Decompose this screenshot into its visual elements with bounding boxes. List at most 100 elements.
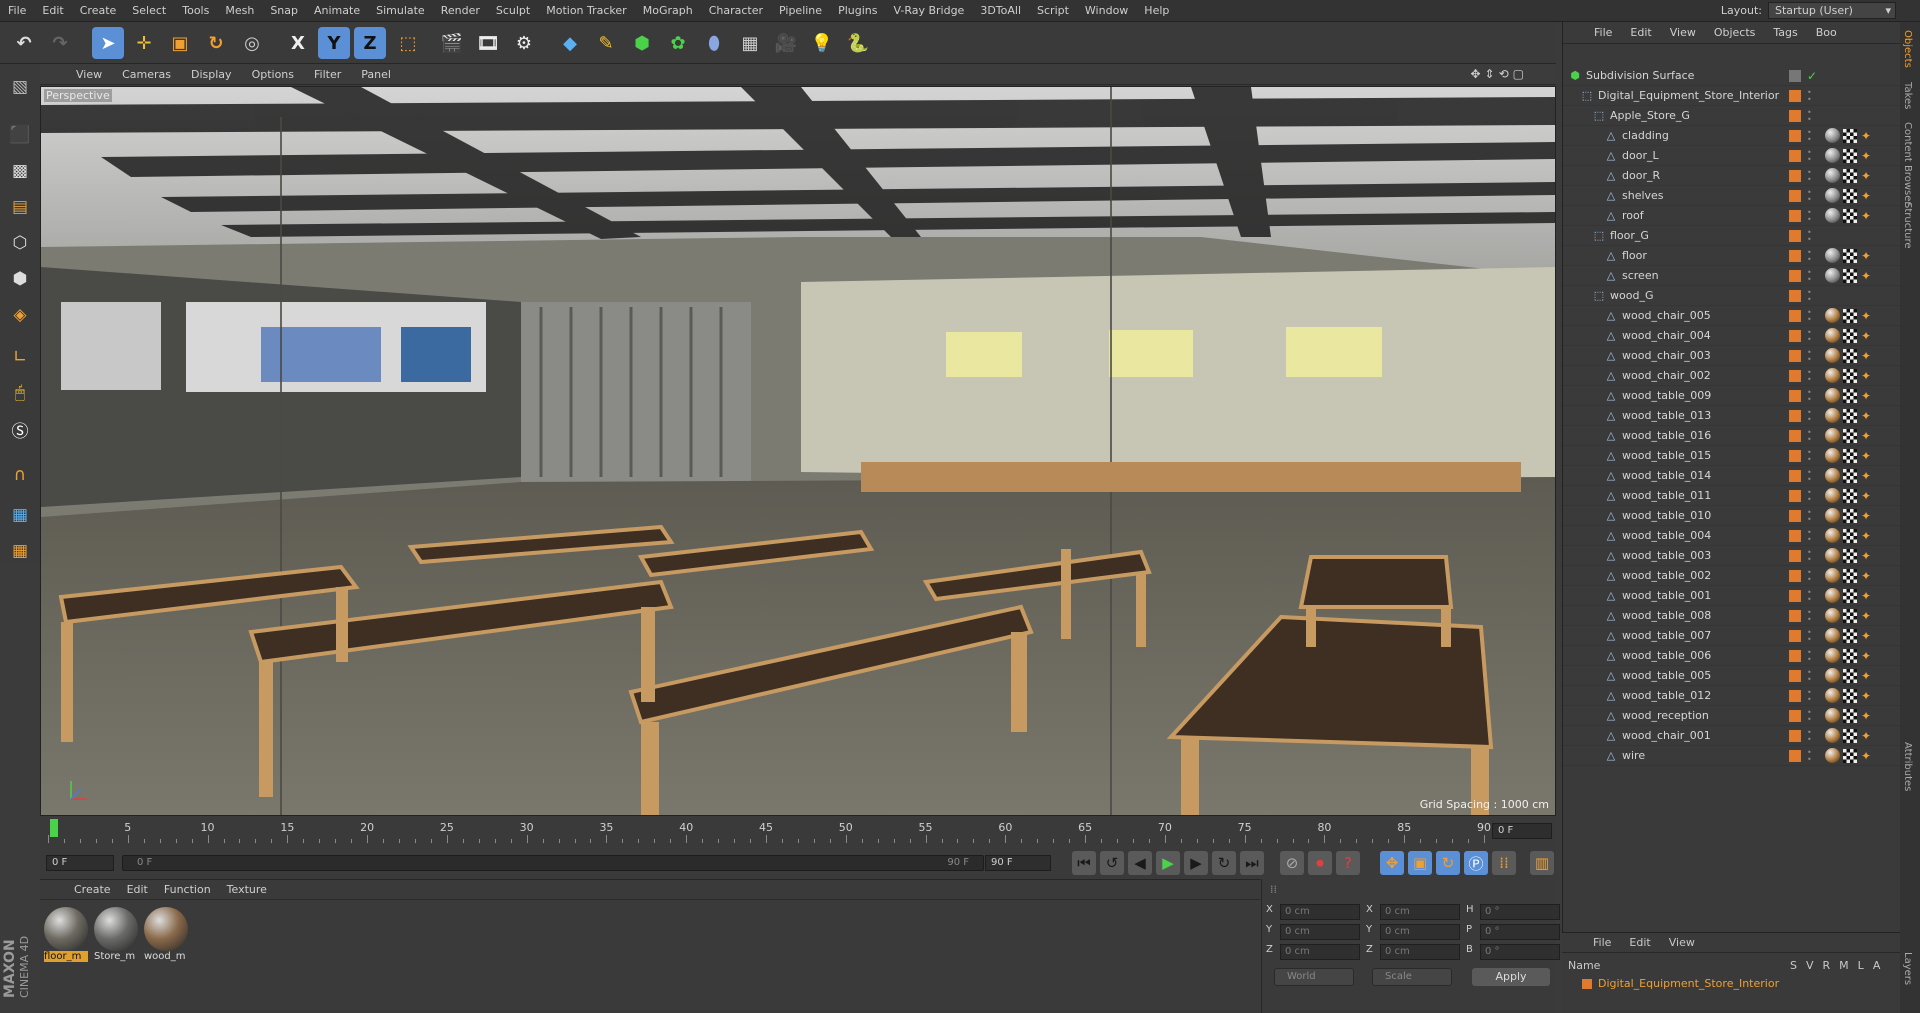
phong-tag-icon[interactable]: ✦ — [1861, 709, 1875, 723]
visibility-dots[interactable]: • • — [1807, 609, 1812, 624]
phong-tag-icon[interactable]: ✦ — [1861, 389, 1875, 403]
menu-v-ray-bridge[interactable]: V-Ray Bridge — [885, 0, 972, 22]
make-editable-icon[interactable]: ▧ — [4, 71, 36, 103]
edges-mode-icon[interactable]: ⬢ — [4, 263, 36, 295]
lock-workplane-icon[interactable]: ▦ — [4, 499, 36, 531]
key-position-icon[interactable]: ✥ — [1380, 851, 1404, 875]
visibility-dots[interactable]: • • — [1807, 249, 1812, 264]
rotate-icon[interactable]: ↻ — [200, 27, 232, 59]
menu-motion-tracker[interactable]: Motion Tracker — [538, 0, 634, 22]
visibility-dots[interactable]: • • — [1807, 649, 1812, 664]
select-arrow-icon[interactable]: ➤ — [92, 27, 124, 59]
viewport-menu-display[interactable]: Display — [181, 68, 242, 81]
side-tab-content-browser[interactable]: Content Browser — [1902, 122, 1913, 205]
visibility-dots[interactable]: • • — [1807, 229, 1812, 244]
previous-key-icon[interactable]: ↺ — [1100, 851, 1124, 875]
uvw-tag-icon[interactable] — [1843, 149, 1857, 163]
visibility-dots[interactable]: • • — [1807, 749, 1812, 764]
visibility-dots[interactable]: • • — [1807, 449, 1812, 464]
keyframe-selection-icon[interactable]: ? — [1336, 851, 1360, 875]
material-tag-icon[interactable] — [1825, 728, 1840, 743]
visibility-dots[interactable]: • • — [1807, 269, 1812, 284]
material-tag-icon[interactable] — [1825, 568, 1840, 583]
side-tab-attributes[interactable]: Attributes — [1902, 742, 1913, 791]
object-row[interactable]: △ wood_table_014 • • ✦ — [1563, 466, 1901, 486]
phong-tag-icon[interactable]: ✦ — [1861, 749, 1875, 763]
layer-menu-file[interactable]: File — [1584, 936, 1620, 949]
texture-mode-icon[interactable]: ▩ — [4, 155, 36, 187]
phong-tag-icon[interactable]: ✦ — [1861, 509, 1875, 523]
menu-help[interactable]: Help — [1136, 0, 1177, 22]
layout-dropdown[interactable]: Startup (User) — [1768, 2, 1896, 19]
object-row[interactable]: △ floor • • ✦ — [1563, 246, 1901, 266]
phong-tag-icon[interactable]: ✦ — [1861, 549, 1875, 563]
material-tag-icon[interactable] — [1825, 428, 1840, 443]
apply-button[interactable]: Apply — [1472, 968, 1550, 986]
previous-frame-icon[interactable]: ◀ — [1128, 851, 1152, 875]
undo-icon[interactable]: ↶ — [8, 27, 40, 59]
coordinate-mode-dropdown[interactable]: World — [1274, 968, 1354, 986]
uvw-tag-icon[interactable] — [1843, 669, 1857, 683]
material-tag-icon[interactable] — [1825, 508, 1840, 523]
visibility-dots[interactable]: • • — [1807, 169, 1812, 184]
phong-tag-icon[interactable]: ✦ — [1861, 529, 1875, 543]
material-menu-create[interactable]: Create — [66, 883, 119, 896]
autokey-icon[interactable]: ⏺ — [1308, 851, 1332, 875]
visibility-dots[interactable]: • • — [1807, 329, 1812, 344]
material-tag-icon[interactable] — [1825, 448, 1840, 463]
object-row[interactable]: △ wood_table_003 • • ✦ — [1563, 546, 1901, 566]
key-parameter-icon[interactable]: Ⓟ — [1464, 851, 1488, 875]
axis-y-button[interactable]: Y — [318, 27, 350, 59]
uvw-tag-icon[interactable] — [1843, 469, 1857, 483]
object-row[interactable]: △ wood_table_016 • • ✦ — [1563, 426, 1901, 446]
object-row[interactable]: △ wood_table_012 • • ✦ — [1563, 686, 1901, 706]
next-key-icon[interactable]: ↻ — [1212, 851, 1236, 875]
objects-menu-boo[interactable]: Boo — [1807, 26, 1846, 39]
object-row[interactable]: △ wood_table_010 • • ✦ — [1563, 506, 1901, 526]
material-swatch[interactable]: Store_m — [94, 907, 138, 963]
material-menu-function[interactable]: Function — [156, 883, 219, 896]
uvw-tag-icon[interactable] — [1843, 629, 1857, 643]
material-tag-icon[interactable] — [1825, 348, 1840, 363]
menu-mograph[interactable]: MoGraph — [635, 0, 701, 22]
python-icon[interactable]: 🐍 — [842, 27, 874, 59]
planar-workplane-icon[interactable]: ▦ — [4, 535, 36, 567]
coord-field[interactable]: 0 cm — [1380, 924, 1460, 940]
menu-simulate[interactable]: Simulate — [368, 0, 433, 22]
object-row[interactable]: △ cladding • • ✦ — [1563, 126, 1901, 146]
polygons-mode-icon[interactable]: ◈ — [4, 299, 36, 331]
object-row[interactable]: △ wood_reception • • ✦ — [1563, 706, 1901, 726]
visibility-dots[interactable]: • • — [1807, 309, 1812, 324]
menu-snap[interactable]: Snap — [262, 0, 306, 22]
object-row[interactable]: △ wood_chair_004 • • ✦ — [1563, 326, 1901, 346]
layer-column-header[interactable]: M — [1839, 959, 1849, 972]
subdivision-icon[interactable]: ⬢ — [626, 27, 658, 59]
next-frame-icon[interactable]: ▶ — [1184, 851, 1208, 875]
cloner-icon[interactable]: ✿ — [662, 27, 694, 59]
object-row[interactable]: △ wood_chair_001 • • ✦ — [1563, 726, 1901, 746]
uvw-tag-icon[interactable] — [1843, 729, 1857, 743]
render-settings-icon[interactable]: ⚙ — [508, 27, 540, 59]
side-tab-takes[interactable]: Takes — [1902, 82, 1913, 109]
visibility-dots[interactable]: • • — [1807, 549, 1812, 564]
layer-column-header[interactable]: R — [1823, 959, 1831, 972]
viewport-menu-options[interactable]: Options — [242, 68, 304, 81]
visibility-dots[interactable]: • • — [1807, 629, 1812, 644]
uvw-tag-icon[interactable] — [1843, 269, 1857, 283]
visibility-dots[interactable]: • • — [1807, 709, 1812, 724]
phong-tag-icon[interactable]: ✦ — [1861, 649, 1875, 663]
material-tag-icon[interactable] — [1825, 248, 1840, 263]
uvw-tag-icon[interactable] — [1843, 369, 1857, 383]
uvw-tag-icon[interactable] — [1843, 569, 1857, 583]
key-rotation-icon[interactable]: ↻ — [1436, 851, 1460, 875]
coordinate-system-icon[interactable]: ⬚ — [392, 27, 424, 59]
object-row[interactable]: △ wood_chair_003 • • ✦ — [1563, 346, 1901, 366]
menu-tools[interactable]: Tools — [174, 0, 217, 22]
object-row[interactable]: ⬚ wood_G • • — [1563, 286, 1901, 306]
menu-file[interactable]: File — [0, 0, 34, 22]
object-row[interactable]: ⬢ Subdivision Surface ✓ — [1563, 66, 1901, 86]
visibility-dots[interactable]: • • — [1807, 509, 1812, 524]
key-pla-icon[interactable]: ⁞⁞ — [1492, 851, 1516, 875]
phong-tag-icon[interactable]: ✦ — [1861, 189, 1875, 203]
layer-menu-view[interactable]: View — [1660, 936, 1704, 949]
